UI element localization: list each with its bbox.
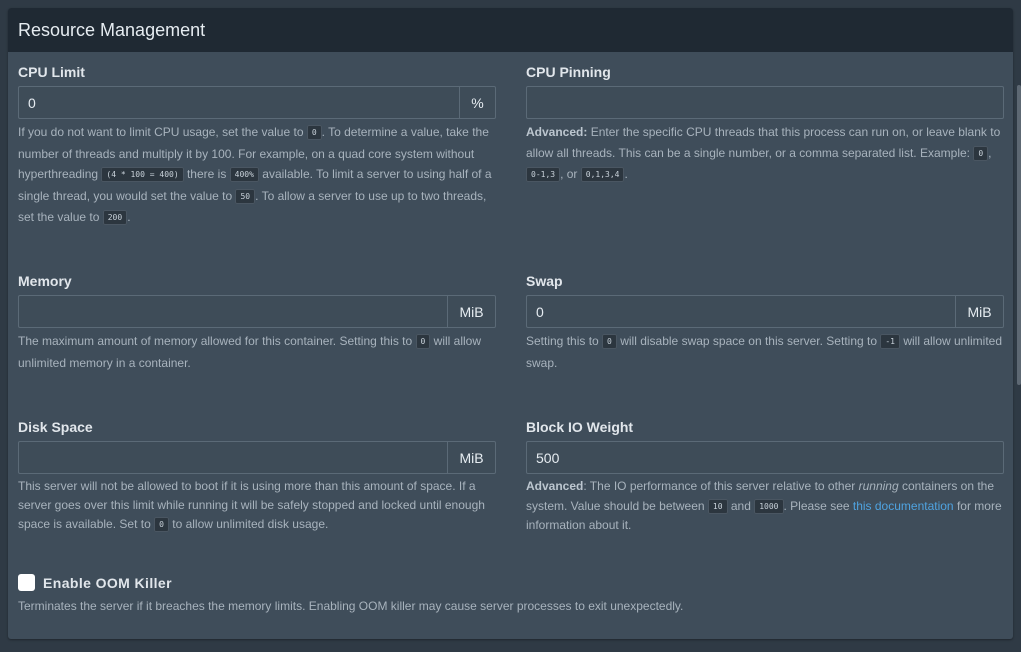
disk-space-help: This server will not be allowed to boot … [18, 477, 496, 534]
help-text: there is [183, 167, 230, 181]
panel-header: Resource Management [8, 8, 1013, 52]
help-text: , or [560, 167, 581, 181]
help-text: : The IO performance of this server rela… [583, 479, 859, 493]
help-text: to allow unlimited disk usage. [168, 517, 329, 531]
memory-help: The maximum amount of memory allowed for… [18, 331, 496, 373]
cpu-limit-help: If you do not want to limit CPU usage, s… [18, 122, 496, 229]
code-value: 0 [306, 125, 322, 140]
block-io-label: Block IO Weight [526, 419, 634, 435]
memory-input[interactable] [18, 295, 447, 328]
oom-killer-label[interactable]: Enable OOM Killer [43, 575, 172, 591]
code-value: 400% [229, 167, 259, 182]
help-text: and [727, 498, 755, 513]
help-text: , [988, 145, 992, 160]
code-value: -1 [880, 334, 900, 349]
memory-label: Memory [18, 273, 72, 289]
memory-input-group: MiB [18, 295, 496, 328]
help-text: will disable swap space on this server. … [616, 334, 881, 348]
code-value: 0 [973, 145, 989, 161]
block-io-input[interactable] [526, 441, 1004, 474]
help-text: Setting this to [526, 334, 603, 348]
code-value: 0 [602, 334, 617, 349]
memory-field: Memory MiB The maximum amount of memory … [18, 273, 496, 373]
block-io-input-group [526, 441, 1004, 474]
help-text: . [624, 167, 628, 181]
cpu-pinning-label: CPU Pinning [526, 64, 611, 80]
code-value: 1000 [754, 498, 784, 514]
disk-space-label: Disk Space [18, 419, 93, 435]
help-bold: Advanced: [526, 125, 588, 139]
disk-space-input[interactable] [18, 441, 447, 474]
help-text: . Please see [783, 498, 853, 513]
code-value: 10 [707, 498, 728, 514]
block-io-field: Block IO Weight Advanced: The IO perform… [526, 419, 1004, 536]
code-value: 50 [235, 188, 256, 204]
cpu-pinning-input-group [526, 86, 1004, 119]
resource-management-panel: Resource Management CPU Limit % If you d… [8, 8, 1013, 639]
code-value: 0 [154, 517, 169, 532]
code-value: (4 * 100 = 400) [101, 167, 184, 182]
cpu-limit-field: CPU Limit % If you do not want to limit … [18, 64, 496, 229]
cpu-pinning-input[interactable] [526, 86, 1004, 119]
oom-killer-help: Terminates the server if it breaches the… [18, 599, 684, 613]
cpu-limit-input-group: % [18, 86, 496, 119]
oom-killer-checkbox[interactable] [18, 574, 35, 591]
disk-space-unit: MiB [447, 441, 496, 474]
swap-help: Setting this to 0 will disable swap spac… [526, 331, 1004, 373]
memory-unit: MiB [447, 295, 496, 328]
disk-space-field: Disk Space MiB This server will not be a… [18, 419, 496, 534]
cpu-limit-label: CPU Limit [18, 64, 85, 80]
code-value: 0 [415, 334, 431, 349]
page-scrollbar[interactable] [1017, 85, 1021, 385]
cpu-limit-input[interactable] [18, 86, 459, 119]
oom-killer-row: Enable OOM Killer [18, 574, 998, 591]
code-value: 0,1,3,4 [580, 167, 625, 182]
oom-killer-field: Enable OOM Killer Terminates the server … [18, 574, 998, 613]
help-text: . [127, 210, 131, 224]
swap-input-group: MiB [526, 295, 1004, 328]
help-italic: running [858, 479, 899, 493]
help-text: The maximum amount of memory allowed for… [18, 334, 416, 348]
code-value: 200 [102, 210, 128, 225]
cpu-pinning-help: Advanced: Enter the specific CPU threads… [526, 122, 1004, 186]
disk-space-input-group: MiB [18, 441, 496, 474]
swap-unit: MiB [955, 295, 1004, 328]
panel-title: Resource Management [18, 19, 206, 40]
help-bold: Advanced [526, 479, 584, 493]
cpu-limit-unit: % [459, 86, 496, 119]
help-text: If you do not want to limit CPU usage, s… [18, 125, 307, 139]
code-value: 0-1,3 [526, 167, 561, 182]
swap-input[interactable] [526, 295, 955, 328]
swap-label: Swap [526, 273, 563, 289]
cpu-pinning-field: CPU Pinning Advanced: Enter the specific… [526, 64, 1004, 186]
help-text: Enter the specific CPU threads that this… [526, 125, 1001, 160]
documentation-link[interactable]: this documentation [853, 499, 954, 513]
block-io-help: Advanced: The IO performance of this ser… [526, 477, 1004, 536]
swap-field: Swap MiB Setting this to 0 will disable … [526, 273, 1004, 373]
